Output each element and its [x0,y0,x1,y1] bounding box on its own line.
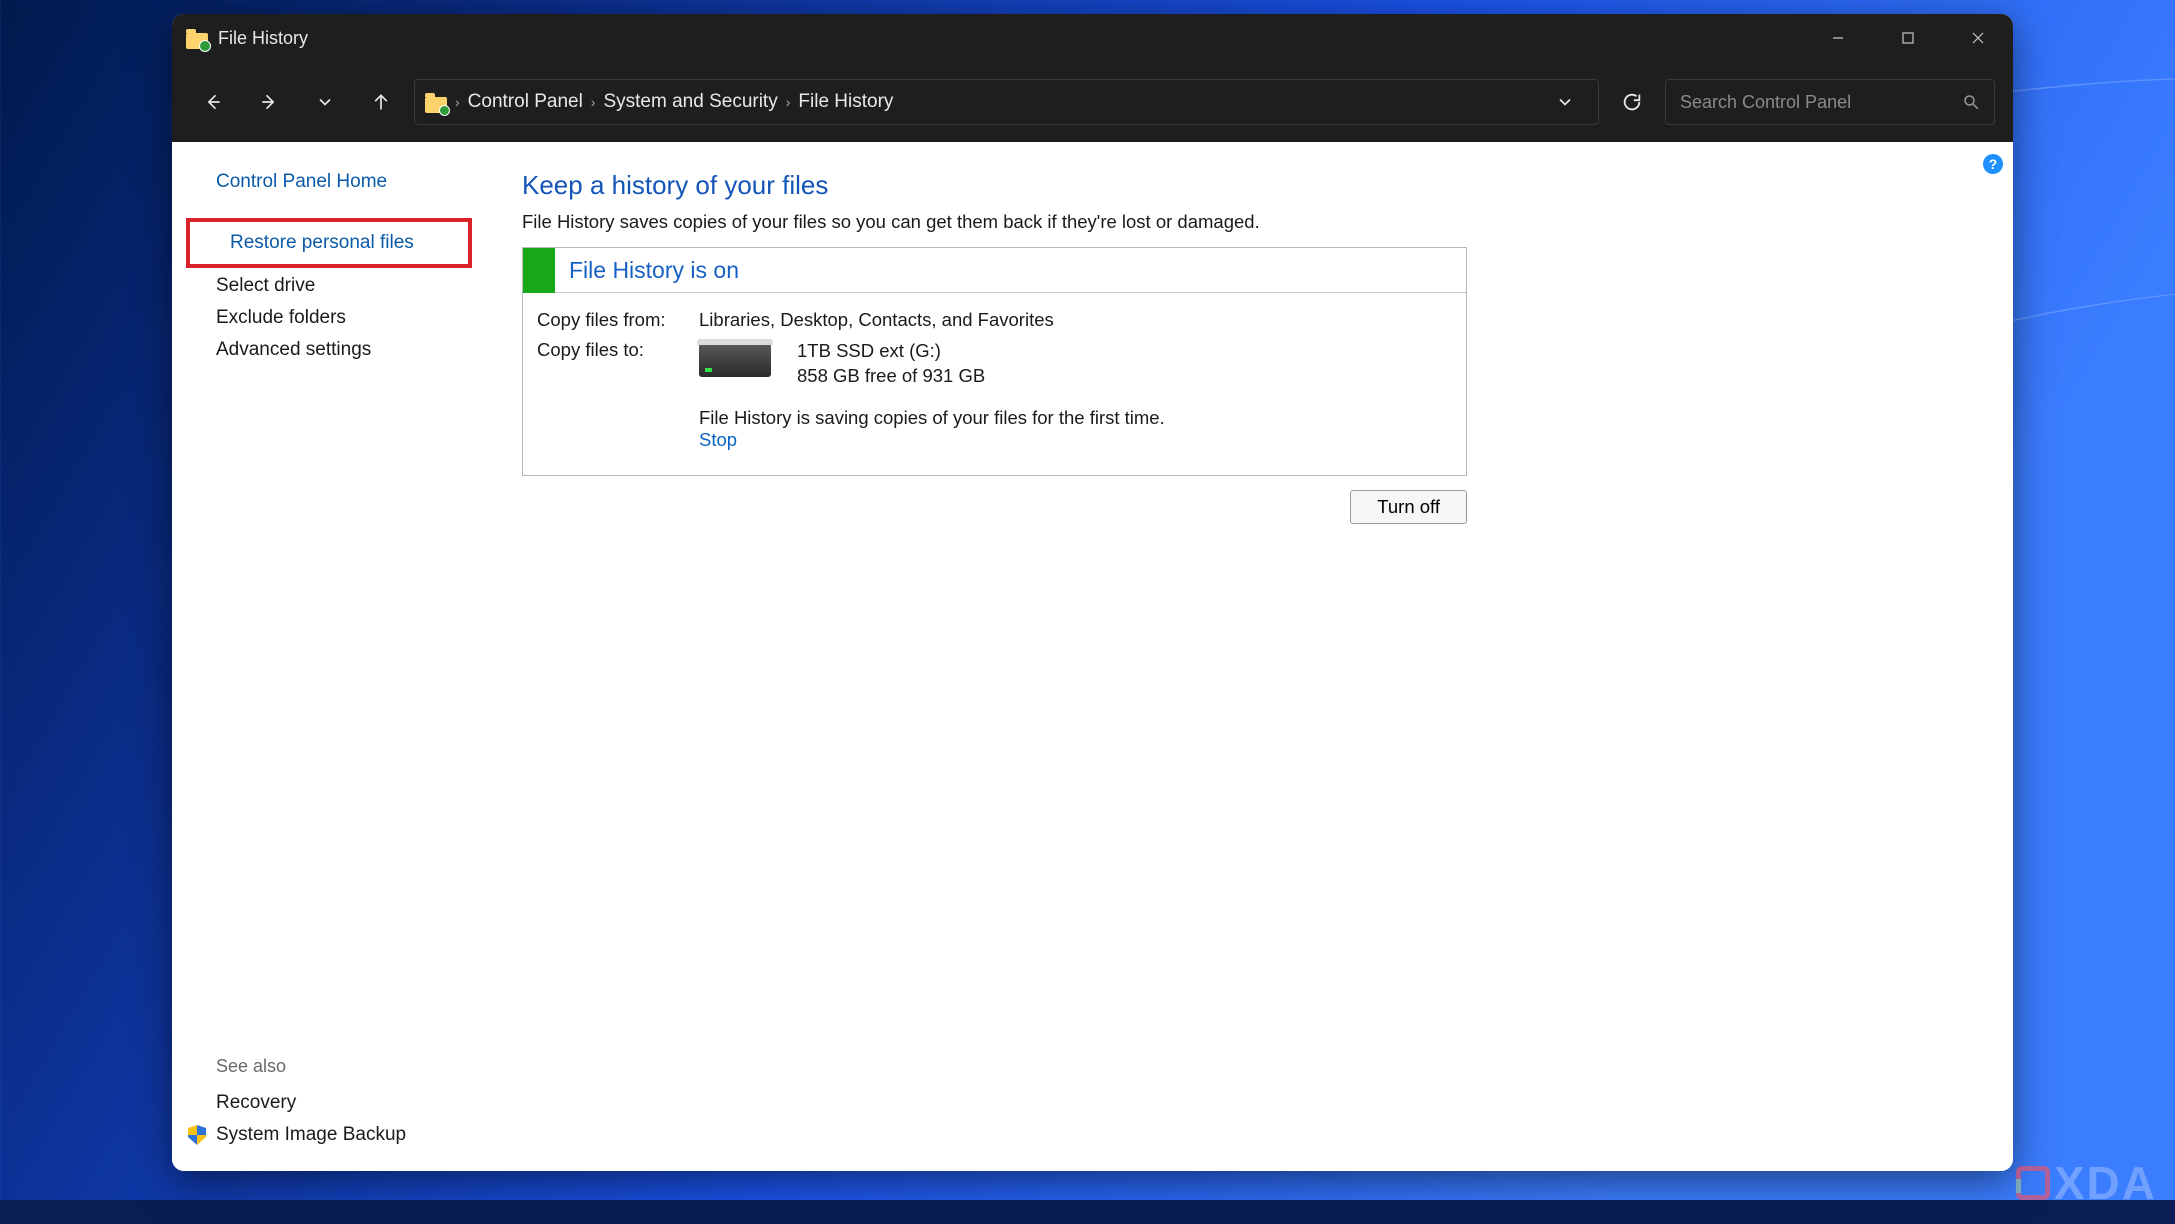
turn-off-button[interactable]: Turn off [1350,490,1467,524]
sidebar-select-drive[interactable]: Select drive [172,270,502,302]
drive-free-space: 858 GB free of 931 GB [797,364,985,389]
help-icon[interactable]: ? [1983,154,2003,174]
page-subtext: File History saves copies of your files … [522,211,1973,233]
sidebar-system-image-backup[interactable]: System Image Backup [216,1119,502,1151]
chevron-right-icon: › [455,94,460,110]
address-bar[interactable]: › Control Panel › System and Security › … [414,79,1599,125]
saving-message: File History is saving copies of your fi… [699,407,1165,429]
breadcrumb-leaf[interactable]: File History [798,91,893,113]
forward-button[interactable] [246,79,292,125]
titlebar: File History [172,14,2013,62]
watermark-logo-icon [2016,1166,2050,1200]
address-icon [425,91,447,113]
chevron-right-icon: › [591,94,596,110]
stop-link[interactable]: Stop [699,429,1165,451]
breadcrumb-mid[interactable]: System and Security [603,91,777,113]
page-heading: Keep a history of your files [522,170,1973,201]
search-input[interactable] [1680,92,1954,113]
up-button[interactable] [358,79,404,125]
drive-icon [699,343,771,377]
sidebar-restore-personal-files[interactable]: Restore personal files [186,218,472,268]
app-icon [186,27,208,49]
status-indicator-icon [523,248,555,293]
search-icon [1962,93,1980,111]
sidebar-home[interactable]: Control Panel Home [172,166,502,198]
close-button[interactable] [1943,14,2013,62]
chevron-right-icon: › [786,94,791,110]
search-box[interactable] [1665,79,1995,125]
nav-toolbar: › Control Panel › System and Security › … [172,62,2013,142]
sidebar: Control Panel Home Restore personal file… [172,142,502,1171]
see-also-label: See also [216,1056,502,1077]
breadcrumb-root[interactable]: Control Panel [468,91,583,113]
copy-from-value: Libraries, Desktop, Contacts, and Favori… [699,309,1054,331]
status-panel: File History is on Copy files from: Libr… [522,247,1467,476]
taskbar [0,1200,2175,1224]
copy-from-label: Copy files from: [537,309,699,331]
sidebar-advanced-settings[interactable]: Advanced settings [172,334,502,366]
main-content: Keep a history of your files File Histor… [502,142,2013,1171]
copy-to-label: Copy files to: [537,339,699,389]
file-history-window: File History › Control Panel › System an… [172,14,2013,1171]
minimize-button[interactable] [1803,14,1873,62]
refresh-button[interactable] [1609,79,1655,125]
back-button[interactable] [190,79,236,125]
shield-icon [188,1125,206,1145]
sidebar-recovery[interactable]: Recovery [216,1087,502,1119]
recent-dropdown[interactable] [302,79,348,125]
drive-name: 1TB SSD ext (G:) [797,339,985,364]
window-title: File History [218,28,308,49]
watermark: XDA [2016,1156,2157,1210]
address-dropdown[interactable] [1542,79,1588,125]
sidebar-exclude-folders[interactable]: Exclude folders [172,302,502,334]
maximize-button[interactable] [1873,14,1943,62]
status-title: File History is on [555,257,739,284]
